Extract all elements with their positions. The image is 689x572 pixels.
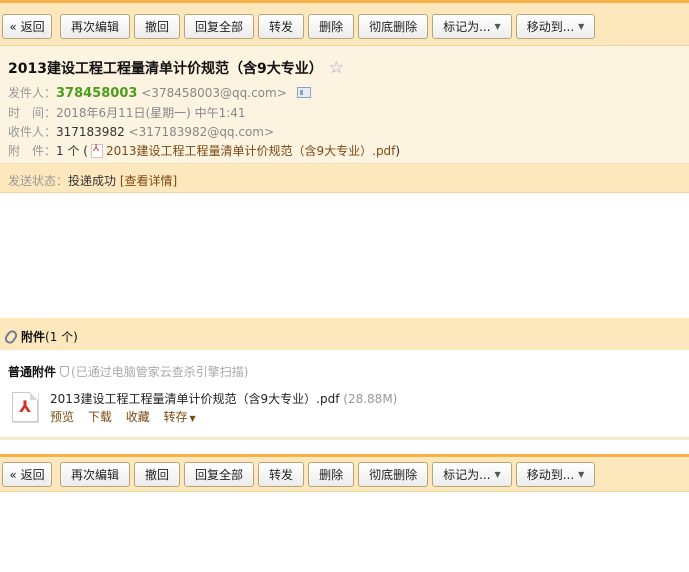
- attachments-count: (1 个): [45, 330, 78, 344]
- mail-header: 2013建设工程工程量清单计价规范（含9大专业） ☆ 发件人：378458003…: [0, 46, 689, 164]
- attachments-header: 附件 (1 个): [0, 318, 689, 350]
- mail-subject: 2013建设工程工程量清单计价规范（含9大专业） ☆: [8, 58, 344, 78]
- to-label: 收件人：: [8, 125, 57, 139]
- attachments-title: 附件: [21, 330, 46, 344]
- from-label: 发件人：: [8, 86, 57, 100]
- file-actions: 预览 下载 收藏 转存 ▼: [50, 408, 206, 425]
- mark-as-button[interactable]: 标记为... ▼: [432, 14, 512, 39]
- attachment-type-label: 普通附件: [8, 365, 57, 379]
- top-toolbar: « 返回 再次编辑 撤回 回复全部 转发 删除 彻底删除 标记为... ▼ 移动到…: [0, 0, 689, 46]
- move-to-label: 移动到...: [526, 468, 575, 482]
- mark-as-button[interactable]: 标记为... ▼: [432, 462, 512, 487]
- caret-down-icon: ▼: [494, 22, 501, 31]
- send-status: 发送状态：投递成功 [查看详情]: [8, 172, 177, 189]
- preview-link[interactable]: 预览: [50, 410, 74, 424]
- caret-down-icon: ▼: [578, 470, 585, 479]
- caret-down-icon: ▼: [494, 470, 501, 479]
- sender-address: <378458003@qq.com>: [141, 86, 287, 100]
- shield-icon: [60, 366, 70, 377]
- view-details-link[interactable]: [查看详情]: [120, 174, 177, 188]
- caret-down-icon: ▼: [578, 22, 585, 31]
- send-status-bar: 发送状态：投递成功 [查看详情]: [0, 164, 689, 193]
- send-status-value: 投递成功: [68, 174, 117, 188]
- scan-text: (已通过电脑管家云查杀引擎扫描): [71, 365, 249, 379]
- recipient-name[interactable]: 317183982: [56, 125, 125, 139]
- reply-all-button[interactable]: 回复全部: [184, 462, 255, 487]
- time-label: 时 间：: [8, 106, 57, 120]
- from-row: 发件人：378458003 <378458003@qq.com>: [8, 84, 311, 101]
- star-icon[interactable]: ☆: [329, 58, 344, 78]
- mark-as-label: 标记为...: [443, 468, 491, 482]
- favorite-link[interactable]: 收藏: [126, 410, 150, 424]
- recall-button[interactable]: 撤回: [134, 14, 181, 39]
- file-name[interactable]: 2013建设工程工程量清单计价规范（含9大专业）.pdf: [50, 392, 339, 406]
- recall-button[interactable]: 撤回: [134, 462, 181, 487]
- edit-again-button[interactable]: 再次编辑: [60, 462, 131, 487]
- scan-note: (已通过电脑管家云查杀引擎扫描): [60, 365, 248, 379]
- back-button[interactable]: « 返回: [2, 14, 52, 39]
- reply-all-button[interactable]: 回复全部: [184, 14, 255, 39]
- attachment-close: ): [395, 144, 401, 158]
- attachments-body: 普通附件 (已通过电脑管家云查杀引擎扫描) 2013建设工程工程量清单计价规范（含…: [0, 350, 689, 440]
- download-link[interactable]: 下载: [88, 410, 112, 424]
- delete-forever-button[interactable]: 彻底删除: [358, 462, 429, 487]
- recipient-address: <317183982@qq.com>: [128, 125, 275, 139]
- mark-as-label: 标记为...: [443, 20, 491, 34]
- back-button[interactable]: « 返回: [2, 462, 52, 487]
- contact-card-icon[interactable]: [296, 87, 311, 98]
- delete-button[interactable]: 删除: [308, 462, 355, 487]
- sender-name[interactable]: 378458003: [56, 86, 137, 101]
- forward-button[interactable]: 转发: [258, 462, 305, 487]
- save-to-link[interactable]: 转存 ▼: [164, 410, 196, 424]
- move-to-label: 移动到...: [526, 20, 575, 34]
- attachment-link[interactable]: 2013建设工程工程量清单计价规范（含9大专业）.pdf: [106, 144, 395, 158]
- edit-again-button[interactable]: 再次编辑: [60, 14, 131, 39]
- attachment-count: 1 个 (: [56, 144, 88, 158]
- attachment-label: 附 件：: [8, 144, 57, 158]
- caret-down-icon: ▼: [189, 414, 196, 423]
- paperclip-icon: [2, 327, 20, 346]
- file-size: (28.88M): [343, 392, 398, 406]
- save-to-label: 转存: [163, 410, 188, 424]
- pdf-file-icon[interactable]: [12, 392, 38, 422]
- delete-forever-button[interactable]: 彻底删除: [358, 14, 429, 39]
- subject-text: 2013建设工程工程量清单计价规范（含9大专业）: [8, 61, 323, 77]
- bottom-toolbar: « 返回 再次编辑 撤回 回复全部 转发 删除 彻底删除 标记为... ▼ 移动到…: [0, 454, 689, 492]
- time-row: 时 间：2018年6月11日(星期一) 中午1:41: [8, 104, 246, 121]
- attachment-file: 2013建设工程工程量清单计价规范（含9大专业）.pdf (28.88M): [50, 390, 397, 407]
- move-to-button[interactable]: 移动到... ▼: [515, 14, 596, 39]
- send-status-label: 发送状态：: [8, 174, 69, 188]
- to-row: 收件人：317183982 <317183982@qq.com>: [8, 123, 274, 140]
- attachment-row: 附 件：1 个 ( 2013建设工程工程量清单计价规范（含9大专业）.pdf): [8, 142, 400, 159]
- time-value: 2018年6月11日(星期一) 中午1:41: [56, 106, 246, 120]
- delete-button[interactable]: 删除: [308, 14, 355, 39]
- move-to-button[interactable]: 移动到... ▼: [515, 462, 596, 487]
- attachment-type: 普通附件 (已通过电脑管家云查杀引擎扫描): [8, 363, 248, 380]
- pdf-icon: [90, 143, 103, 158]
- forward-button[interactable]: 转发: [258, 14, 305, 39]
